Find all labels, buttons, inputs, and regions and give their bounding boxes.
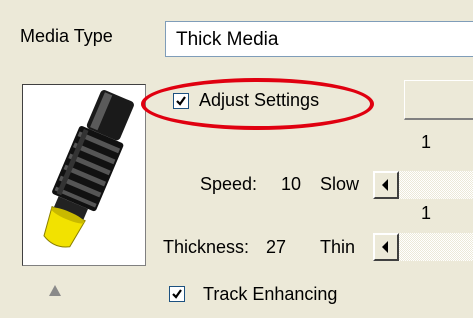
media-type-field[interactable]: Thick Media [165, 21, 473, 57]
media-type-label: Media Type [20, 26, 113, 46]
thickness-slider-track[interactable] [399, 233, 473, 261]
thickness-label: Thickness: [163, 237, 250, 257]
speed-label: Speed: [200, 174, 258, 194]
speed-min-label: Slow [320, 174, 360, 194]
speed-decrease-button[interactable] [373, 171, 399, 199]
thickness-scale-mark: 1 [421, 203, 432, 223]
left-arrow-icon [382, 241, 388, 253]
speed-value: 10 [281, 174, 302, 194]
highlight-ellipse [141, 78, 374, 130]
thickness-value: 27 [266, 237, 287, 257]
checkmark-icon [172, 289, 182, 299]
expand-triangle-icon[interactable] [49, 285, 61, 296]
track-enhancing-checkbox[interactable] [169, 286, 185, 302]
thickness-decrease-button[interactable] [373, 233, 399, 261]
left-arrow-icon [382, 179, 388, 191]
partial-button[interactable] [404, 80, 473, 120]
speed-slider-track[interactable] [399, 171, 473, 199]
media-preview [22, 84, 146, 266]
track-enhancing-label: Track Enhancing [203, 284, 338, 304]
thickness-min-label: Thin [320, 237, 356, 257]
nozzle-image [43, 90, 134, 248]
speed-scale-mark: 1 [421, 132, 432, 152]
